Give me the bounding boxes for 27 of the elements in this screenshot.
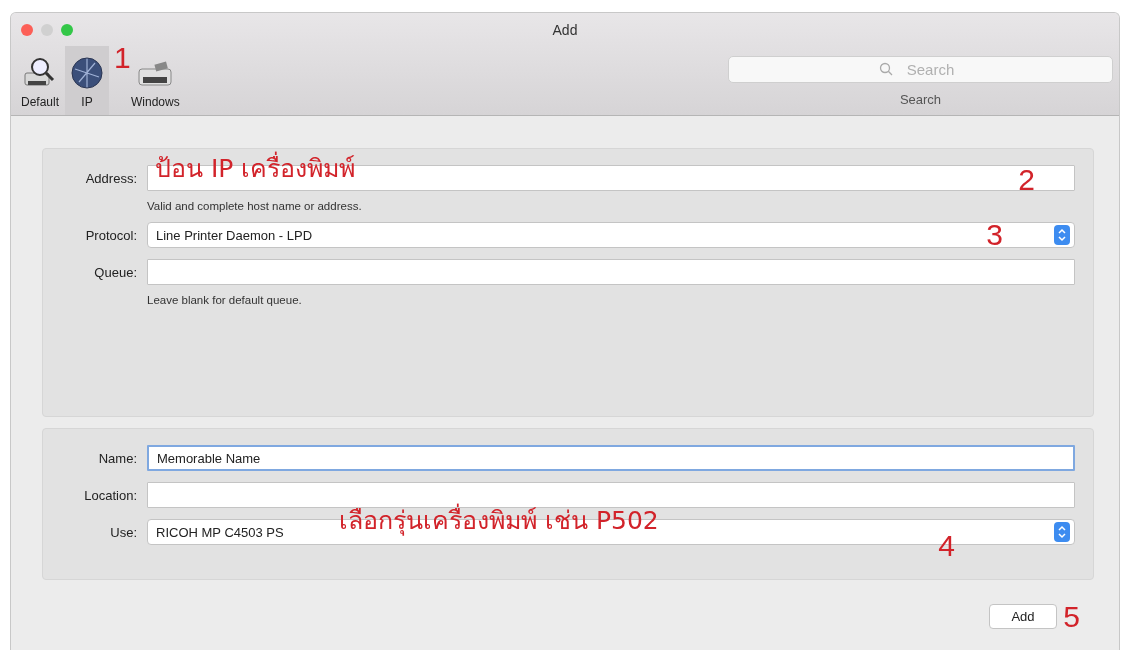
search-field[interactable]: Search — [728, 56, 1113, 83]
search-label: Search — [899, 92, 942, 107]
zoom-button[interactable] — [61, 23, 73, 36]
annotation-number: 5 — [1063, 602, 1080, 632]
close-button[interactable] — [21, 23, 33, 36]
field-label: Name: — [97, 450, 137, 466]
annotation-number: 3 — [986, 220, 1003, 250]
toolbar-tab[interactable]: Default — [17, 46, 64, 115]
stepper-icon — [1054, 225, 1070, 245]
field-label: Protocol: — [84, 227, 137, 243]
input-field[interactable] — [147, 259, 1075, 285]
annotation-number: 2 — [1018, 165, 1035, 195]
add-button[interactable]: Add — [989, 604, 1057, 629]
field-label: Use: — [109, 524, 137, 540]
field-label: Queue: — [93, 264, 137, 280]
input-field[interactable]: Memorable Name — [147, 445, 1075, 471]
globe-icon — [69, 55, 106, 91]
toolbar-tab[interactable]: IP — [65, 46, 110, 115]
field-label: Location: — [83, 487, 137, 503]
window-title: Add — [552, 21, 578, 38]
annotation-text: ป้อน IP เครื่องพิมพ์ — [155, 149, 356, 189]
annotation-number: 1 — [114, 43, 131, 73]
field-label: Address: — [84, 170, 137, 186]
hint-text: Leave blank for default queue. — [147, 294, 303, 306]
hint-text: Valid and complete host name or address. — [147, 200, 363, 212]
search-icon — [878, 62, 893, 76]
stepper-icon — [1054, 522, 1070, 542]
